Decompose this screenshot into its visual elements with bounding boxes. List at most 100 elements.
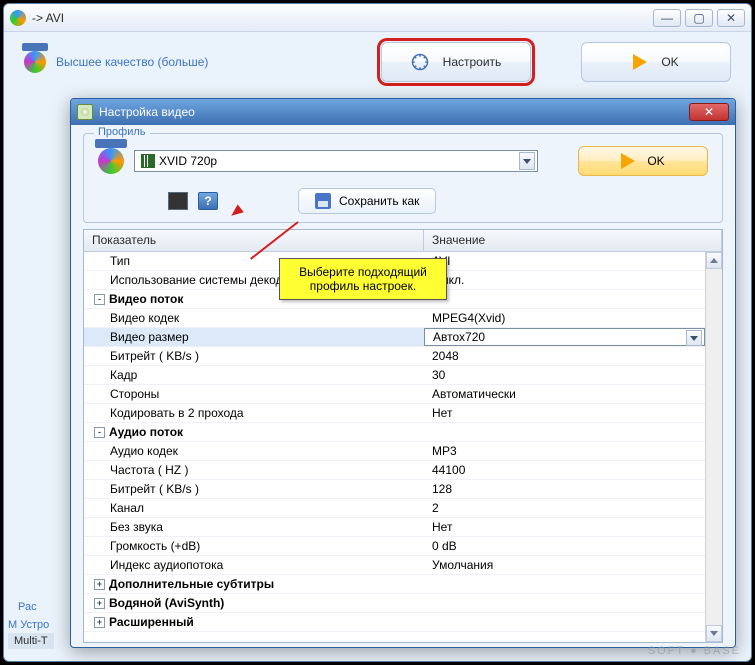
format-avi-icon	[98, 148, 124, 174]
property-name: Видео размер	[110, 330, 189, 344]
property-name: Видео кодек	[110, 311, 179, 325]
maximize-button[interactable]: ▢	[685, 9, 713, 27]
grid-header: Показатель Значение	[84, 230, 722, 252]
profile-legend: Профиль	[94, 126, 150, 138]
expander-icon[interactable]: +	[94, 579, 105, 590]
grid-row[interactable]: Битрейт ( KB/s ) 128	[84, 480, 705, 499]
grid-row[interactable]: Видео размер Автох720	[84, 328, 705, 347]
property-name: Частота ( HZ )	[110, 463, 188, 477]
scrollbar[interactable]	[705, 252, 722, 642]
scroll-up-button[interactable]	[706, 252, 722, 269]
expander-icon[interactable]: -	[94, 294, 105, 305]
property-name: Кадр	[110, 368, 137, 382]
dialog-title: Настройка видео	[99, 105, 689, 119]
help-button[interactable]: ?	[198, 192, 218, 210]
property-value: MP3	[432, 444, 457, 458]
format-avi-icon	[24, 51, 46, 73]
grid-row[interactable]: Индекс аудиопотока Умолчания	[84, 556, 705, 575]
property-name: Стороны	[110, 387, 159, 401]
chevron-down-icon[interactable]	[686, 330, 702, 346]
property-name: Битрейт ( KB/s )	[110, 349, 199, 363]
grid-row[interactable]: Кадр 30	[84, 366, 705, 385]
property-name: Кодировать в 2 прохода	[110, 406, 244, 420]
grid-group-row[interactable]: -Аудио поток	[84, 423, 705, 442]
expander-icon[interactable]: -	[94, 427, 105, 438]
grid-row[interactable]: СтороныАвтоматически	[84, 385, 705, 404]
bg-text-multi: Multi-T	[8, 633, 54, 649]
window-title: -> AVI	[32, 11, 653, 25]
dialog-icon	[77, 104, 93, 120]
expander-icon[interactable]: +	[94, 617, 105, 628]
property-name: Битрейт ( KB/s )	[110, 482, 199, 496]
floppy-disk-icon	[315, 193, 331, 209]
property-name: Без звука	[110, 520, 163, 534]
bg-text-rasс: Рас	[18, 601, 37, 613]
property-value: 2	[432, 501, 439, 515]
property-value: Автох720	[433, 330, 485, 344]
property-value: MPEG4(Xvid)	[432, 311, 505, 325]
scroll-track[interactable]	[706, 269, 722, 625]
property-value: Умолчания	[432, 558, 493, 572]
grid-row[interactable]: Битрейт ( KB/s ) 2048	[84, 347, 705, 366]
grid-group-row[interactable]: + Дополнительные субтитры	[84, 575, 705, 594]
property-value: 44100	[432, 463, 465, 477]
col-header-name: Показатель	[84, 230, 424, 251]
expander-icon[interactable]: +	[94, 598, 105, 609]
grid-row[interactable]: Канал 2	[84, 499, 705, 518]
grid-group-row[interactable]: + Водяной (AviSynth)	[84, 594, 705, 613]
profile-combobox[interactable]: XVID 720p	[134, 150, 538, 172]
grid-row[interactable]: Громкость (+dB) 0 dB	[84, 537, 705, 556]
property-value: 2048	[432, 349, 459, 363]
close-button[interactable]: ✕	[717, 9, 745, 27]
ok-label: OK	[647, 154, 664, 168]
main-titlebar: -> AVI — ▢ ✕	[4, 4, 751, 32]
property-name: Громкость (+dB)	[110, 539, 200, 553]
scroll-down-button[interactable]	[706, 625, 722, 642]
minimize-button[interactable]: —	[653, 9, 681, 27]
grid-body[interactable]: ТипAVIИспользование системы декодер (Avi…	[84, 252, 705, 642]
video-settings-dialog: Настройка видео ✕ Профиль XVID 720p OK ?	[70, 98, 736, 648]
ok-button-main[interactable]: OK	[581, 42, 731, 82]
quality-label: Высшее качество (больше)	[56, 55, 208, 69]
col-header-value: Значение	[424, 230, 722, 251]
app-icon	[10, 10, 26, 26]
property-value: 0 dB	[432, 539, 457, 553]
property-value: 30	[432, 368, 445, 382]
ok-label: OK	[661, 55, 678, 69]
property-name: Аудио кодек	[110, 444, 178, 458]
property-name: Водяной (AviSynth)	[109, 596, 224, 610]
property-name: Расширенный	[109, 615, 194, 629]
save-as-button[interactable]: Сохранить как	[298, 188, 436, 214]
main-toolbar: Высшее качество (больше) Настроить OK	[4, 32, 751, 92]
configure-button[interactable]: Настроить	[381, 42, 531, 82]
property-name: Аудио поток	[109, 425, 183, 439]
console-icon-button[interactable]	[168, 192, 188, 210]
gear-icon	[411, 53, 429, 71]
property-name: Индекс аудиопотока	[110, 558, 223, 572]
bg-text-1: М Устро	[8, 619, 49, 631]
save-as-label: Сохранить как	[339, 194, 419, 208]
chevron-down-icon[interactable]	[519, 152, 535, 170]
film-icon	[141, 154, 155, 168]
dialog-close-button[interactable]: ✕	[689, 103, 729, 121]
property-name: Дополнительные субтитры	[109, 577, 274, 591]
grid-row[interactable]: Кодировать в 2 прохода Нет	[84, 404, 705, 423]
ok-button-dialog[interactable]: OK	[578, 146, 708, 176]
tooltip-callout: Выберите подходящий профиль настроек.	[279, 258, 447, 300]
dialog-titlebar: Настройка видео ✕	[71, 99, 735, 125]
grid-row[interactable]: Без звука Нет	[84, 518, 705, 537]
property-name: Видео поток	[109, 292, 183, 306]
configure-label: Настроить	[443, 55, 502, 69]
property-value: 128	[432, 482, 452, 496]
arrow-right-icon	[621, 153, 635, 169]
property-value: Нет	[432, 520, 452, 534]
property-value: Нет	[432, 406, 452, 420]
grid-row[interactable]: Аудио кодек MP3	[84, 442, 705, 461]
property-name: Тип	[110, 254, 130, 268]
grid-group-row[interactable]: + Расширенный	[84, 613, 705, 632]
profile-value: XVID 720p	[159, 154, 519, 168]
property-name: Канал	[110, 501, 144, 515]
grid-row[interactable]: Частота ( HZ ) 44100	[84, 461, 705, 480]
profile-fieldset: Профиль XVID 720p OK ? Сохранить к	[83, 133, 723, 223]
grid-row[interactable]: Видео кодек MPEG4(Xvid)	[84, 309, 705, 328]
